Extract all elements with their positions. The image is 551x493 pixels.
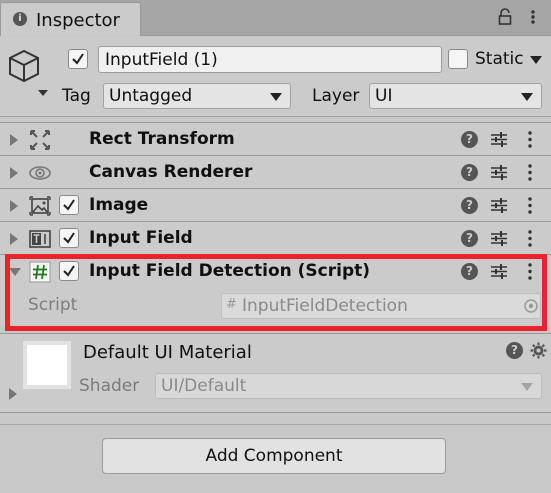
tab-menu-icon[interactable] (524, 8, 542, 26)
foldout-arrow-icon[interactable] (9, 268, 21, 276)
tab-inspector[interactable]: i Inspector (0, 2, 141, 36)
component-enabled-checkbox[interactable] (59, 195, 79, 215)
help-icon[interactable]: ? (461, 131, 478, 148)
lock-icon[interactable] (498, 8, 512, 26)
material-section: Default UI Material ? Shader UI/Default (0, 333, 551, 413)
help-icon[interactable]: ? (506, 342, 523, 359)
presets-icon[interactable] (490, 164, 508, 181)
chevron-down-icon (521, 383, 533, 391)
component-title: Canvas Renderer (89, 162, 253, 182)
canvas-renderer-icon (29, 166, 51, 180)
script-hash-icon: # (226, 297, 237, 312)
layer-dropdown[interactable]: UI (369, 83, 542, 109)
gameobject-cube-icon[interactable] (7, 48, 49, 98)
foldout-arrow-icon[interactable] (10, 134, 18, 146)
tag-dropdown[interactable]: Untagged (103, 83, 291, 109)
material-name: Default UI Material (83, 342, 252, 363)
help-icon[interactable]: ? (461, 263, 478, 280)
shader-value: UI/Default (161, 376, 247, 396)
help-icon[interactable]: ? (461, 230, 478, 247)
foldout-arrow-icon[interactable] (10, 233, 18, 245)
kebab-menu-icon[interactable] (525, 262, 535, 281)
component-canvas-renderer[interactable]: Canvas Renderer ? (0, 155, 551, 188)
chevron-down-icon (270, 93, 282, 101)
script-object-field[interactable]: # InputFieldDetection (221, 293, 541, 319)
component-enabled-checkbox[interactable] (59, 261, 79, 281)
component-input-field-detection[interactable]: Input Field Detection (Script) ? (0, 254, 551, 287)
object-picker-icon[interactable] (523, 298, 539, 314)
kebab-menu-icon[interactable] (525, 229, 535, 248)
component-title: Input Field Detection (Script) (89, 261, 371, 281)
shader-dropdown[interactable]: UI/Default (155, 373, 542, 399)
script-label: Script (28, 295, 78, 315)
component-input-field[interactable]: Input Field ? (0, 221, 551, 254)
info-icon: i (13, 12, 27, 26)
gear-icon[interactable] (530, 342, 547, 359)
component-image[interactable]: Image ? (0, 188, 551, 221)
rect-transform-icon (30, 130, 50, 150)
foldout-arrow-icon[interactable] (10, 200, 18, 212)
component-title: Image (89, 195, 149, 215)
foldout-arrow-icon[interactable] (9, 388, 17, 400)
input-field-icon (29, 230, 51, 248)
kebab-menu-icon[interactable] (525, 196, 535, 215)
object-name-field[interactable]: InputField (1) (98, 46, 442, 73)
layer-value: UI (375, 86, 393, 106)
divider (0, 424, 551, 425)
script-icon (29, 261, 51, 283)
script-property-row: Script # InputFieldDetection (0, 286, 551, 326)
presets-icon[interactable] (490, 263, 508, 280)
gameobject-header: InputField (1) Static Tag Untagged Layer… (0, 37, 551, 117)
material-preview-thumbnail (23, 341, 71, 389)
active-checkbox[interactable] (68, 49, 88, 69)
tab-bar: i Inspector (0, 0, 551, 36)
chevron-down-icon (521, 93, 533, 101)
help-icon[interactable]: ? (461, 197, 478, 214)
presets-icon[interactable] (490, 230, 508, 247)
tag-value: Untagged (109, 86, 193, 106)
shader-label: Shader (79, 376, 140, 396)
presets-icon[interactable] (490, 197, 508, 214)
tab-inspector-label: Inspector (36, 10, 120, 31)
presets-icon[interactable] (490, 131, 508, 148)
component-rect-transform[interactable]: Rect Transform ? (0, 122, 551, 155)
foldout-arrow-icon[interactable] (10, 167, 18, 179)
script-value: InputFieldDetection (242, 296, 408, 316)
image-icon (29, 196, 51, 216)
component-title: Rect Transform (89, 129, 235, 149)
kebab-menu-icon[interactable] (525, 130, 535, 149)
help-icon[interactable]: ? (461, 164, 478, 181)
kebab-menu-icon[interactable] (525, 163, 535, 182)
component-enabled-checkbox[interactable] (59, 228, 79, 248)
tag-label: Tag (62, 86, 91, 106)
layer-label: Layer (312, 86, 360, 106)
component-title: Input Field (89, 228, 193, 248)
static-dropdown-arrow-icon[interactable] (530, 56, 542, 64)
add-component-button[interactable]: Add Component (102, 438, 446, 474)
static-label: Static (475, 49, 524, 69)
static-checkbox[interactable] (448, 49, 468, 69)
